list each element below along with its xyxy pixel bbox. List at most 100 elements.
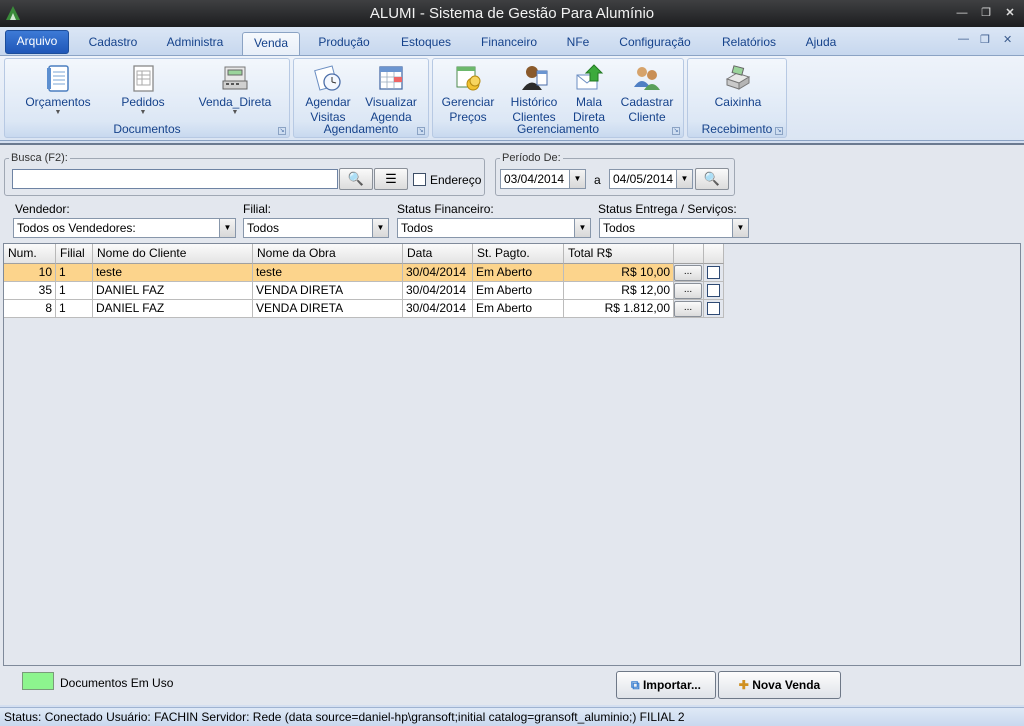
periodo-search-button[interactable]: 🔍 — [695, 168, 729, 190]
cash-box-icon — [725, 65, 751, 90]
cell-status: Em Aberto — [473, 282, 564, 300]
cell-filial: 1 — [56, 300, 93, 318]
status-entrega-select[interactable]: Todos ▼ — [599, 218, 749, 238]
mdi-restore-icon[interactable]: ❐ — [980, 33, 990, 46]
mala-direta-button[interactable]: Mala Direta — [569, 63, 609, 125]
database-search-button[interactable]: ☰ — [374, 168, 408, 190]
col-header-cliente[interactable]: Nome do Cliente — [93, 244, 253, 264]
gerenciar-precos-button[interactable]: Gerenciar Preços — [441, 63, 495, 125]
tab-venda[interactable]: Venda — [242, 32, 300, 56]
dialog-launcher-icon[interactable]: ↘ — [417, 127, 425, 135]
tab-administra[interactable]: Administra — [158, 32, 232, 56]
cell-num: 8 — [4, 300, 56, 318]
cell-check — [704, 300, 724, 318]
caixinha-button[interactable]: Caixinha — [708, 63, 768, 110]
row-details-button[interactable]: ... — [674, 265, 702, 281]
cell-obra: VENDA DIRETA — [253, 300, 403, 318]
orcamentos-button[interactable]: Orçamentos ▼ — [23, 63, 93, 116]
cell-action: ... — [674, 300, 704, 318]
chevron-down-icon[interactable]: ▼ — [574, 219, 590, 237]
visualizar-agenda-button[interactable]: Visualizar Agenda — [364, 63, 418, 125]
legend-label: Documentos Em Uso — [60, 676, 174, 690]
endereco-label: Endereço — [430, 173, 482, 187]
row-checkbox[interactable] — [707, 302, 720, 315]
vendedor-select[interactable]: Todos os Vendedores: ▼ — [13, 218, 236, 238]
tab-ajuda[interactable]: Ajuda — [796, 32, 846, 56]
tab-relatorios[interactable]: Relatórios — [712, 32, 786, 56]
group-label-documentos: Documentos — [113, 122, 181, 136]
cell-obra: teste — [253, 264, 403, 282]
row-checkbox[interactable] — [707, 266, 720, 279]
cell-data: 30/04/2014 — [403, 264, 473, 282]
nova-venda-button[interactable]: ✚ Nova Venda — [718, 671, 841, 699]
table-row[interactable]: 8 1 DANIEL FAZ VENDA DIRETA 30/04/2014 Em Abe… — [4, 300, 724, 318]
cadastrar-cliente-button[interactable]: Cadastrar Cliente — [617, 63, 677, 125]
chevron-down-icon[interactable]: ▼ — [732, 219, 748, 237]
col-header-check[interactable] — [704, 244, 724, 264]
chevron-down-icon[interactable]: ▼ — [219, 219, 235, 237]
cell-total: R$ 12,00 — [564, 282, 674, 300]
chevron-down-icon[interactable]: ▼ — [569, 170, 585, 188]
window-title: ALUMI - Sistema de Gestão Para Alumínio — [369, 5, 655, 22]
col-header-status[interactable]: St. Pagto. — [473, 244, 564, 264]
dialog-launcher-icon[interactable]: ↘ — [672, 127, 680, 135]
status-financeiro-select[interactable]: Todos ▼ — [397, 218, 591, 238]
tab-configuracao[interactable]: Configuração — [610, 32, 700, 56]
venda-direta-button[interactable]: Venda_Direta ▼ — [195, 63, 275, 116]
col-header-data[interactable]: Data — [403, 244, 473, 264]
chevron-down-icon[interactable]: ▼ — [676, 170, 692, 188]
date-from-picker[interactable]: 03/04/2014 ▼ — [500, 169, 586, 189]
minimize-icon[interactable]: — — [953, 5, 971, 21]
database-icon: ☰ — [385, 171, 397, 186]
dialog-launcher-icon[interactable]: ↘ — [775, 127, 783, 135]
col-header-obra[interactable]: Nome da Obra — [253, 244, 403, 264]
group-label-gerenciamento: Gerenciamento — [516, 122, 600, 136]
tab-cadastro[interactable]: Cadastro — [80, 32, 146, 56]
table-row[interactable]: 35 1 DANIEL FAZ VENDA DIRETA 30/04/2014 Em Ab… — [4, 282, 724, 300]
row-checkbox[interactable] — [707, 284, 720, 297]
price-sheet-icon — [456, 66, 481, 91]
mdi-minimize-icon[interactable]: — — [958, 33, 969, 45]
restore-icon[interactable]: ❐ — [977, 5, 995, 21]
status-entrega-label: Status Entrega / Serviços: — [598, 202, 737, 216]
title-bar: ALUMI - Sistema de Gestão Para Alumínio … — [0, 0, 1024, 27]
main-content: Busca (F2): 🔍 ☰ Endereço Período De: 03/… — [0, 143, 1024, 705]
filial-value: Todos — [247, 221, 280, 235]
filial-select[interactable]: Todos ▼ — [243, 218, 389, 238]
cell-status: Em Aberto — [473, 300, 564, 318]
historico-clientes-button[interactable]: Histórico Clientes — [505, 63, 563, 125]
tab-estoques[interactable]: Estoques — [392, 32, 460, 56]
col-header-action[interactable] — [674, 244, 704, 264]
tab-arquivo[interactable]: Arquivo — [5, 30, 69, 54]
table-row[interactable]: 10 1 teste teste 30/04/2014 Em Aberto R$ 10,00… — [4, 264, 724, 282]
cell-check — [704, 282, 724, 300]
chevron-down-icon: ▼ — [54, 109, 62, 116]
agendar-visitas-button[interactable]: Agendar Visitas — [302, 63, 354, 125]
mdi-close-icon[interactable]: ✕ — [1003, 33, 1012, 46]
magnifier-icon: 🔍 — [703, 171, 721, 186]
group-label-recebimento: Recebimento — [701, 122, 773, 136]
search-input[interactable] — [12, 169, 338, 189]
notebook-icon — [47, 65, 69, 92]
dialog-launcher-icon[interactable]: ↘ — [278, 127, 286, 135]
cell-num: 10 — [4, 264, 56, 282]
importar-button[interactable]: ⧉ Importar... — [616, 671, 716, 699]
add-icon: ✚ — [738, 678, 749, 692]
date-to-picker[interactable]: 04/05/2014 ▼ — [609, 169, 693, 189]
col-header-total[interactable]: Total R$ — [564, 244, 674, 264]
tab-financeiro[interactable]: Financeiro — [470, 32, 548, 56]
search-button[interactable]: 🔍 — [339, 168, 373, 190]
cadastrar-label-1: Cadastrar — [620, 95, 674, 109]
chevron-down-icon[interactable]: ▼ — [372, 219, 388, 237]
tab-producao[interactable]: Produção — [308, 32, 380, 56]
row-details-button[interactable]: ... — [674, 301, 702, 317]
col-header-num[interactable]: Num. — [4, 244, 56, 264]
row-details-button[interactable]: ... — [674, 283, 702, 299]
col-header-filial[interactable]: Filial — [56, 244, 93, 264]
cell-check — [704, 264, 724, 282]
close-icon[interactable]: ✕ — [1001, 5, 1019, 21]
cell-cliente: DANIEL FAZ — [93, 300, 253, 318]
tab-nfe[interactable]: NFe — [557, 32, 599, 56]
endereco-checkbox[interactable] — [413, 173, 426, 186]
pedidos-button[interactable]: Pedidos ▼ — [113, 63, 173, 116]
